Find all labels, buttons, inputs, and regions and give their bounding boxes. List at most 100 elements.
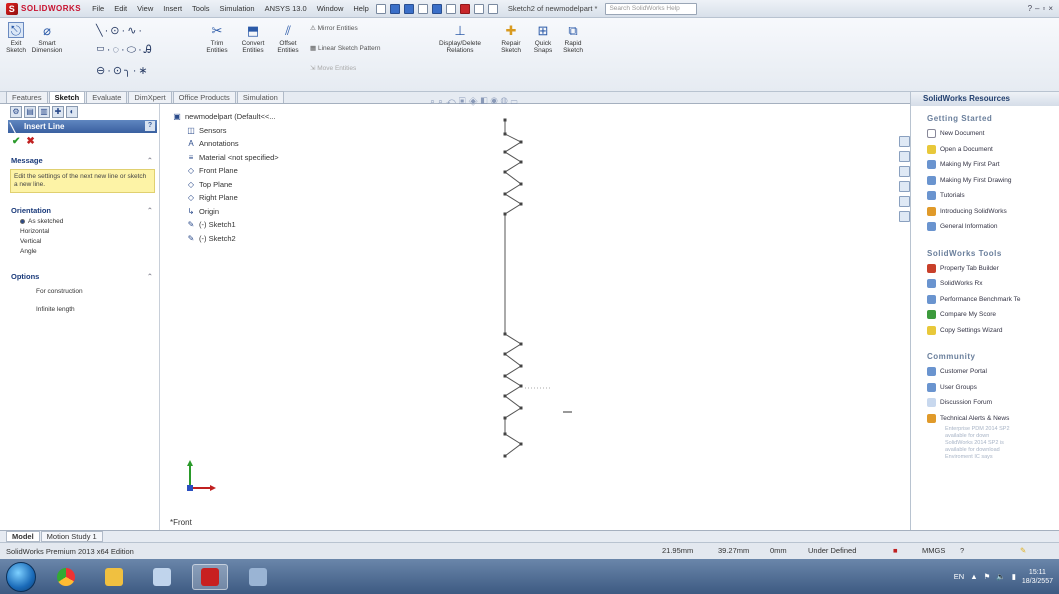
tab-office-products[interactable]: Office Products	[172, 91, 236, 103]
tab-model[interactable]: Model	[6, 531, 40, 542]
trim-entities-button[interactable]: ✂ Trim Entities	[204, 22, 230, 55]
network-app[interactable]	[144, 564, 180, 590]
link-user-groups[interactable]: User Groups	[911, 380, 1059, 396]
offset-entities-button[interactable]: ⫽ Offset Entities	[274, 22, 302, 55]
tab-motion-study[interactable]: Motion Study 1	[40, 531, 103, 542]
tab-dimxpert[interactable]: DimXpert	[128, 91, 172, 103]
rectangle-icon[interactable]: ▭·	[96, 44, 112, 56]
start-button[interactable]	[6, 561, 36, 592]
radio-vertical[interactable]: Vertical	[6, 237, 159, 247]
help-search-input[interactable]: Search SolidWorks Help	[605, 2, 698, 15]
resources-tab-icon[interactable]	[898, 136, 910, 147]
line-tools[interactable]: ╲·⊙·∿·	[96, 24, 144, 37]
tree-item-material[interactable]: ≡ Material <not specified>	[172, 151, 342, 165]
point-icon[interactable]: ∗	[138, 65, 149, 77]
menu-tools[interactable]: Tools	[187, 4, 215, 13]
tree-item-sensors[interactable]: ◫ Sensors	[172, 124, 342, 138]
file-explorer-icon[interactable]	[898, 166, 910, 177]
link-solidworks-rx[interactable]: SolidWorks Rx	[911, 276, 1059, 292]
sketch-zigzag-line[interactable]	[504, 120, 523, 457]
orientation-group-title[interactable]: Orientation ⌃	[8, 205, 157, 217]
menu-file[interactable]: File	[87, 4, 109, 13]
rebuild-icon[interactable]	[459, 3, 470, 14]
message-group-title[interactable]: Message ⌃	[8, 155, 157, 167]
language-indicator[interactable]: EN	[954, 572, 964, 581]
slot-icon[interactable]: ⊖·	[96, 65, 113, 77]
news-feed-item[interactable]: SolidWorks 2014 SP2 is	[911, 440, 1059, 447]
link-general-information[interactable]: General Information	[911, 219, 1059, 235]
chrome-app[interactable]	[48, 564, 84, 590]
link-copy-settings-wizard[interactable]: Copy Settings Wizard	[911, 323, 1059, 339]
link-technical-alerts[interactable]: Technical Alerts & News	[911, 411, 1059, 427]
link-open-document[interactable]: Open a Document	[911, 142, 1059, 158]
previous-view-icon[interactable]: ↶	[446, 96, 459, 106]
link-compare-my-score[interactable]: Compare My Score	[911, 307, 1059, 323]
news-feed-item[interactable]: available for download	[911, 447, 1059, 454]
menu-window[interactable]: Window	[312, 4, 349, 13]
fillet-icon[interactable]: ╮·	[124, 65, 138, 77]
link-property-tab-builder[interactable]: Property Tab Builder	[911, 261, 1059, 277]
tray-arrow-icon[interactable]: ▲	[970, 572, 977, 581]
arc-icon[interactable]: ◌·	[112, 44, 126, 56]
flag-icon[interactable]: ⚑	[984, 572, 991, 581]
rapid-sketch-button[interactable]: ⧉ Rapid Sketch	[562, 22, 584, 55]
news-feed-item[interactable]: available for down	[911, 433, 1059, 440]
image-viewer-app[interactable]	[240, 564, 276, 590]
link-making-first-drawing[interactable]: Making My First Drawing	[911, 173, 1059, 189]
spline-icon[interactable]: ∿·	[127, 25, 144, 37]
dimxpert-manager-icon[interactable]: ✚	[52, 106, 64, 118]
configuration-manager-icon[interactable]: ▥	[38, 106, 50, 118]
menu-simulation[interactable]: Simulation	[215, 4, 260, 13]
ok-check-icon[interactable]: ✔	[12, 136, 20, 147]
display-delete-relations-button[interactable]: ⊥ Display/Delete Relations	[439, 22, 481, 55]
tree-item-front-plane[interactable]: ◇ Front Plane	[172, 164, 342, 178]
appearance-icon[interactable]: ◍	[501, 96, 511, 106]
display-manager-icon[interactable]: ◐	[66, 106, 78, 118]
cancel-x-icon[interactable]: ✖	[26, 136, 34, 147]
link-new-document[interactable]: New Document	[911, 126, 1059, 142]
collapse-icon[interactable]: ⌃	[147, 155, 153, 167]
tree-root[interactable]: ▣ newmodelpart (Default<<...	[172, 110, 342, 124]
close-icon[interactable]: ×	[1048, 4, 1053, 13]
units-selector[interactable]: MMGS	[922, 546, 945, 555]
link-performance-benchmark[interactable]: Performance Benchmark Te	[911, 292, 1059, 308]
menu-help[interactable]: Help	[348, 4, 373, 13]
tab-features[interactable]: Features	[6, 91, 48, 103]
custom-properties-icon[interactable]	[898, 211, 910, 222]
restore-icon[interactable]: ▫	[1042, 4, 1045, 13]
circle-icon[interactable]: ⊙·	[110, 25, 127, 37]
shape-tools[interactable]: ▭·◌·⬭·Ꭿ	[96, 44, 154, 57]
zoom-area-icon[interactable]: ⌕	[438, 96, 446, 106]
save-icon[interactable]	[403, 3, 414, 14]
design-library-icon[interactable]	[898, 151, 910, 162]
help-button[interactable]: ?	[145, 121, 155, 131]
hide-show-icon[interactable]: ◉	[490, 96, 500, 106]
tree-item-annotations[interactable]: A Annotations	[172, 137, 342, 151]
tab-sketch[interactable]: Sketch	[48, 91, 86, 103]
view-palette-icon[interactable]	[898, 181, 910, 192]
help-icon[interactable]: ?	[960, 546, 964, 555]
link-introducing-solidworks[interactable]: Introducing SolidWorks	[911, 204, 1059, 220]
menu-ansys[interactable]: ANSYS 13.0	[260, 4, 312, 13]
tab-simulation[interactable]: Simulation	[236, 91, 284, 103]
checkbox-for-construction[interactable]: For construction	[6, 283, 159, 301]
move-entities-button[interactable]: ⇲ Move Entities	[310, 64, 356, 72]
line-icon[interactable]: ╲·	[96, 25, 110, 37]
convert-entities-button[interactable]: ⬒ Convert Entities	[238, 22, 268, 55]
view-orientation-icon[interactable]: ◈	[469, 96, 481, 106]
options-group-title[interactable]: Options ⌃	[8, 271, 157, 283]
radio-angle[interactable]: Angle	[6, 247, 159, 257]
ellipse-icon[interactable]: ⬭·	[127, 44, 144, 56]
tree-item-sketch2[interactable]: ✎ (-) Sketch2	[172, 232, 342, 246]
print-icon[interactable]	[417, 3, 428, 14]
repair-sketch-button[interactable]: ✚ Repair Sketch	[498, 22, 524, 55]
collapse-icon[interactable]: ⌃	[147, 205, 153, 217]
open-file-icon[interactable]	[389, 3, 400, 14]
tree-item-top-plane[interactable]: ◇ Top Plane	[172, 178, 342, 192]
tree-item-sketch1[interactable]: ✎ (-) Sketch1	[172, 218, 342, 232]
appearances-icon[interactable]	[898, 196, 910, 207]
undo-icon[interactable]	[431, 3, 442, 14]
explorer-app[interactable]	[96, 564, 132, 590]
clock[interactable]: 15:11 18/3/2557	[1022, 568, 1053, 586]
checkbox-infinite-length[interactable]: Infinite length	[6, 301, 159, 319]
